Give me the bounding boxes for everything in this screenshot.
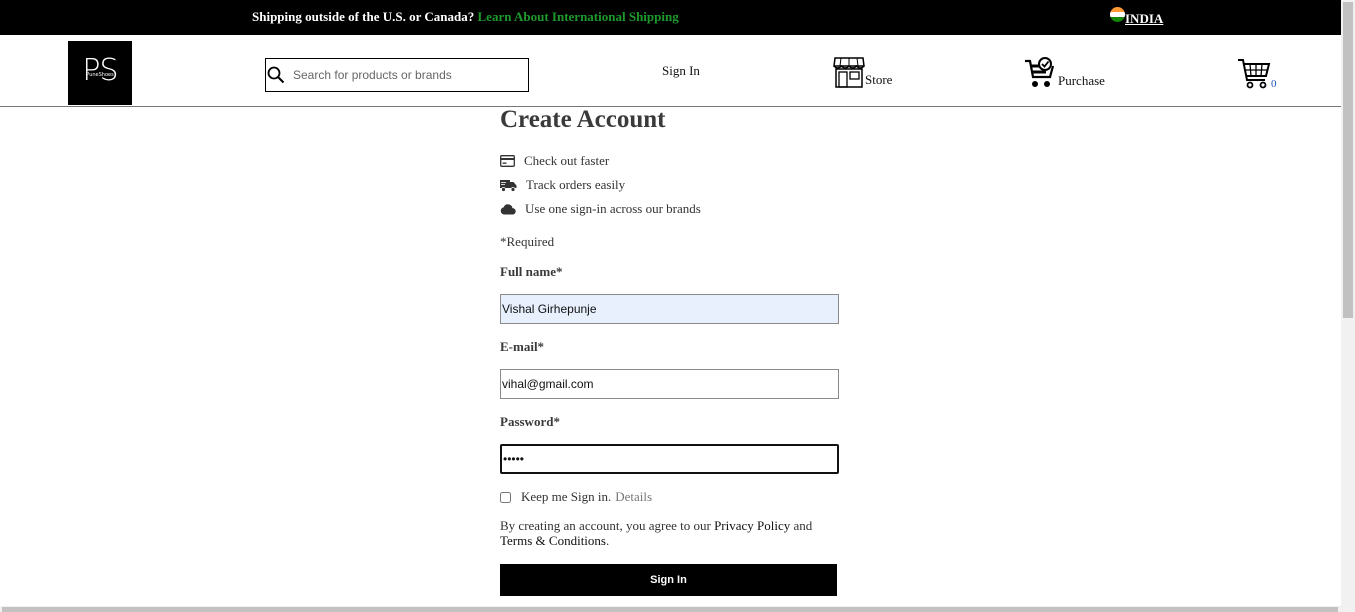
benefit-single-sign-in: Use one sign-in across our brands [500, 201, 701, 217]
terms-period: . [605, 533, 610, 548]
delivery-truck-icon [500, 179, 517, 192]
vertical-scrollbar-thumb[interactable] [1343, 2, 1353, 318]
purchase-link[interactable]: Purchase [1024, 57, 1105, 89]
search-icon [267, 66, 285, 84]
details-link[interactable]: Details [615, 489, 652, 505]
international-shipping-link[interactable]: Learn About International Shipping [478, 9, 679, 24]
email-label: E-mail* [500, 339, 545, 354]
header-sign-in-link[interactable]: Sign In [662, 63, 700, 79]
full-name-input[interactable] [500, 294, 839, 324]
shopping-cart-icon [1238, 59, 1271, 89]
shipping-bar: Shipping outside of the U.S. or Canada? … [0, 0, 1341, 35]
sign-in-button[interactable]: Sign In [500, 564, 837, 596]
cloud-icon [500, 204, 516, 215]
horizontal-scrollbar-thumb[interactable] [2, 607, 1338, 612]
benefit-label: Use one sign-in across our brands [525, 201, 701, 216]
store-icon [833, 57, 865, 88]
required-note: *Required [500, 234, 555, 249]
purchase-cart-check-icon [1025, 57, 1055, 87]
india-flag-icon [1110, 7, 1125, 22]
keep-signed-in: Keep me Sign in. Details [500, 489, 652, 505]
benefit-tracking: Track orders easily [500, 177, 625, 193]
search-input[interactable] [291, 67, 525, 83]
vertical-scrollbar[interactable] [1341, 0, 1355, 612]
benefit-label: Track orders easily [526, 177, 626, 192]
benefit-checkout: Check out faster [500, 153, 609, 169]
country-selector[interactable]: INDIA [1110, 7, 1163, 27]
shipping-message: Shipping outside of the U.S. or Canada? … [252, 9, 679, 25]
password-label: Password* [500, 414, 560, 429]
password-input[interactable] [500, 444, 839, 474]
terms-and: and [793, 518, 813, 533]
search-box [265, 58, 529, 92]
horizontal-scrollbar[interactable] [0, 606, 1341, 612]
shipping-question: Shipping outside of the U.S. or Canada? [252, 9, 475, 24]
email-input[interactable] [500, 369, 839, 399]
credit-card-icon [500, 155, 515, 167]
logo-monogram: PS [82, 53, 118, 88]
terms-prefix: By creating an account, you agree to our [500, 518, 711, 533]
store-label[interactable]: Store [865, 72, 892, 88]
terms-conditions-link[interactable]: Terms & Conditions [500, 533, 606, 548]
privacy-policy-link[interactable]: Privacy Policy [714, 518, 790, 533]
site-header: PS PuneShoes Sign In Store [0, 35, 1341, 107]
purchase-label[interactable]: Purchase [1058, 73, 1105, 89]
site-logo[interactable]: PS PuneShoes [68, 41, 132, 105]
logo-wordmark: PuneShoes [86, 72, 114, 78]
terms-notice: By creating an account, you agree to our… [500, 518, 820, 548]
store-link[interactable]: Store [833, 56, 892, 88]
benefit-label: Check out faster [524, 153, 610, 168]
full-name-label: Full name* [500, 264, 563, 279]
cart-link[interactable]: 0 [1237, 56, 1277, 90]
keep-signed-in-checkbox[interactable] [500, 491, 511, 503]
country-label[interactable]: INDIA [1125, 11, 1163, 27]
cart-count: 0 [1271, 78, 1277, 90]
page-title: Create Account [500, 106, 666, 133]
keep-signed-in-label: Keep me Sign in. [521, 489, 612, 504]
